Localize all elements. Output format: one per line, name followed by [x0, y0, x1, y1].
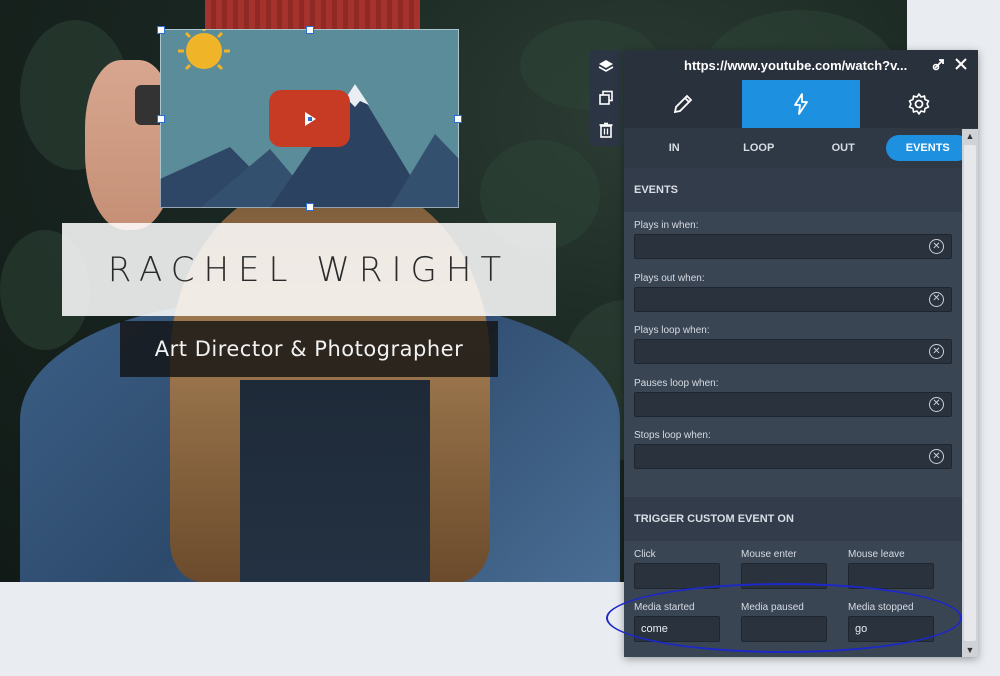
tab-style[interactable] — [624, 80, 742, 128]
mouse-enter-input[interactable] — [741, 562, 827, 589]
duplicate-icon — [598, 90, 613, 105]
editor-stage: RACHEL WRIGHT Art Director & Photographe… — [0, 0, 1000, 676]
trigger-field: Mouse enter — [741, 549, 827, 602]
play-button[interactable] — [269, 90, 350, 147]
media-stopped-input[interactable]: go — [848, 615, 934, 642]
pauses-loop-input[interactable]: ✕ — [634, 391, 952, 417]
role-card[interactable]: Art Director & Photographer — [120, 321, 498, 377]
click-input[interactable] — [634, 562, 720, 589]
video-layer[interactable] — [160, 29, 459, 208]
animation-sub-tabs: IN LOOP OUT EVENTS — [624, 128, 978, 168]
layer-side-toolbar — [590, 50, 621, 146]
field-label: Plays out when: — [634, 272, 705, 284]
gear-icon — [908, 93, 930, 115]
field-label: Media paused — [741, 601, 804, 613]
tab-in[interactable]: IN — [632, 135, 717, 161]
trigger-section-title: TRIGGER CUSTOM EVENT ON — [624, 496, 962, 541]
plays-loop-input[interactable]: ✕ — [634, 339, 952, 364]
tab-out[interactable]: OUT — [801, 135, 886, 161]
name-card[interactable]: RACHEL WRIGHT — [62, 223, 556, 316]
tab-settings[interactable] — [860, 80, 978, 128]
play-icon — [304, 111, 316, 126]
clear-icon[interactable]: ✕ — [929, 291, 944, 307]
trigger-field: Media paused — [741, 602, 827, 655]
field-label: Media stopped — [848, 601, 914, 613]
clear-icon[interactable]: ✕ — [929, 239, 944, 254]
lightning-icon — [794, 93, 808, 115]
panel-scrollbar[interactable]: ▲ ▼ — [962, 129, 978, 657]
clear-icon[interactable]: ✕ — [929, 344, 944, 359]
panel-header: https://www.youtube.com/watch?v... — [624, 50, 978, 80]
delete-button[interactable] — [590, 114, 621, 146]
event-field: Plays loop when: ✕ — [624, 317, 962, 370]
events-section-title: EVENTS — [624, 168, 962, 212]
event-field: Plays out when: ✕ — [624, 265, 962, 318]
clear-icon[interactable]: ✕ — [929, 396, 944, 412]
mouse-leave-input[interactable] — [848, 562, 934, 589]
clear-icon[interactable]: ✕ — [929, 449, 944, 464]
trigger-field: Mouse leave — [848, 549, 934, 602]
scroll-down-icon[interactable]: ▼ — [962, 643, 978, 657]
field-label: Click — [634, 548, 656, 560]
field-label: Plays loop when: — [634, 325, 710, 336]
event-field: Pauses loop when: ✕ — [624, 370, 962, 423]
dock-icon[interactable] — [932, 57, 946, 71]
trash-icon — [599, 122, 612, 138]
field-label: Pauses loop when: — [634, 377, 719, 389]
tab-animation[interactable] — [742, 80, 860, 128]
trigger-field: Click — [634, 549, 720, 602]
panel-scroll-area: EVENTS Plays in when: ✕ Plays out when: … — [624, 168, 962, 657]
field-label: Media started — [634, 601, 695, 613]
scroll-up-icon[interactable]: ▲ — [962, 129, 978, 143]
tab-loop[interactable]: LOOP — [717, 135, 802, 161]
stops-loop-input[interactable]: ✕ — [634, 444, 952, 469]
trigger-grid: Click Mouse enter Mouse leave Media star… — [624, 541, 962, 655]
layers-button[interactable] — [590, 50, 621, 82]
event-field: Stops loop when: ✕ — [624, 422, 962, 475]
close-icon[interactable] — [954, 57, 968, 71]
duplicate-button[interactable] — [590, 82, 621, 114]
field-label: Mouse leave — [848, 548, 905, 560]
scroll-thumb[interactable] — [964, 145, 976, 641]
field-label: Plays in when: — [634, 220, 699, 231]
plays-in-input[interactable]: ✕ — [634, 234, 952, 259]
media-paused-input[interactable] — [741, 615, 827, 642]
layer-settings-panel: https://www.youtube.com/watch?v... IN LO… — [624, 50, 978, 657]
plays-out-input[interactable]: ✕ — [634, 286, 952, 312]
media-url: https://www.youtube.com/watch?v... — [684, 57, 908, 73]
hero-name: RACHEL WRIGHT — [107, 249, 511, 290]
pencil-icon — [673, 94, 693, 114]
tab-events[interactable]: EVENTS — [885, 135, 970, 161]
trigger-field: Media stopped go — [848, 602, 934, 655]
trigger-field: Media started come — [634, 602, 720, 655]
main-tabs — [624, 80, 978, 128]
event-field: Plays in when: ✕ — [624, 212, 962, 265]
field-label: Stops loop when: — [634, 430, 711, 441]
hero-role: Art Director & Photographer — [154, 337, 464, 361]
field-label: Mouse enter — [741, 548, 797, 560]
layers-icon — [598, 60, 613, 72]
media-started-input[interactable]: come — [634, 615, 720, 642]
